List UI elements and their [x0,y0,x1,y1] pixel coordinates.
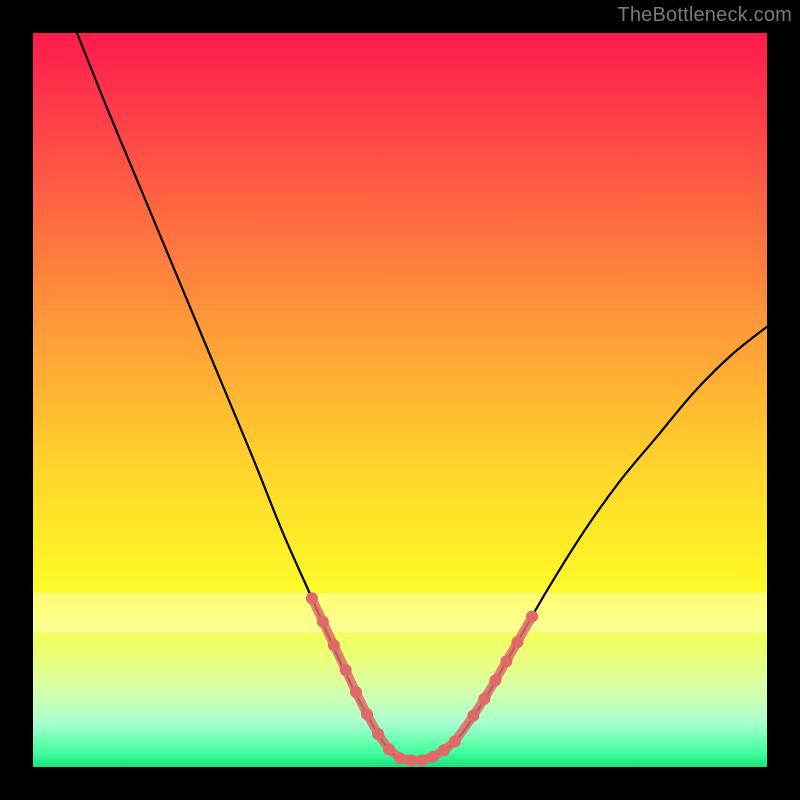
bead-dot [511,636,523,648]
curve-beads [306,592,538,766]
bead-dot [383,743,395,755]
bead-dot [350,686,362,698]
bead-dot [361,708,373,720]
bead-dot [372,728,384,740]
bead-dot [489,674,501,686]
bead-dot [467,710,479,722]
attribution-text: TheBottleneck.com [617,4,792,27]
bead-dot [526,611,538,623]
bead-dot [317,616,329,628]
bead-dot [427,751,439,763]
bead-dot [478,693,490,705]
curve-layer [33,33,767,767]
bead-dot [438,744,450,756]
bead-dot [340,664,352,676]
chart-frame: TheBottleneck.com [0,0,800,800]
bead-dot [328,639,340,651]
bead-dot [306,592,318,604]
bead-dot [394,752,406,764]
chart-plot-area [33,33,767,767]
bead-dot [405,754,417,766]
bead-dot [449,735,461,747]
bead-dot [500,655,512,667]
bottleneck-curve [77,33,767,761]
bead-dot [416,754,428,766]
